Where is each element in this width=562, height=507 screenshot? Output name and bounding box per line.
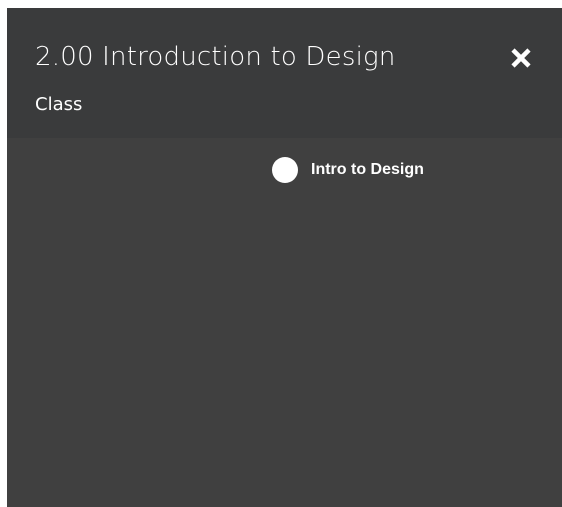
dialog-title: 2.00 Introduction to Design (35, 42, 396, 72)
class-dialog: 2.00 Introduction to Design Class Intro … (7, 8, 562, 507)
close-icon (507, 44, 535, 72)
lesson-item-label: Intro to Design (311, 161, 424, 178)
close-button[interactable] (507, 44, 535, 72)
dialog-header: 2.00 Introduction to Design Class (7, 8, 562, 138)
dialog-subtitle: Class (35, 94, 83, 115)
lesson-item-intro-to-design[interactable]: Intro to Design (272, 156, 424, 184)
circle-node-icon (272, 157, 298, 183)
